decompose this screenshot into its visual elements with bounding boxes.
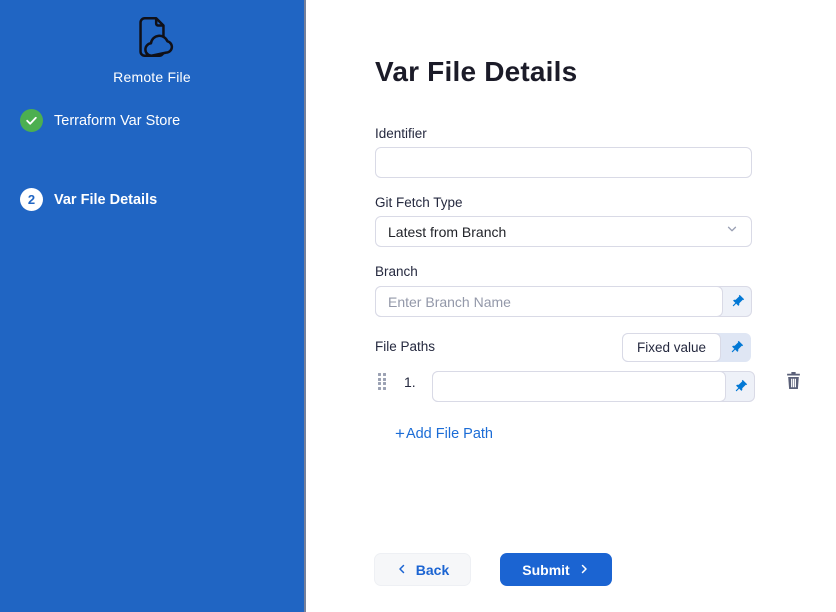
branch-label: Branch (375, 264, 418, 279)
delete-file-path-button[interactable] (783, 371, 803, 393)
git-fetch-type-value: Latest from Branch (388, 224, 725, 240)
file-cloud-icon (127, 12, 177, 67)
sidebar-step-var-file-details[interactable]: 2 Var File Details (20, 188, 157, 211)
submit-button[interactable]: Submit (500, 553, 612, 586)
back-button-label: Back (416, 562, 449, 578)
git-fetch-type-select[interactable]: Latest from Branch (375, 216, 752, 247)
pin-icon[interactable] (721, 333, 751, 362)
file-paths-input-type: Fixed value (622, 333, 751, 362)
file-path-field (432, 371, 755, 402)
pin-icon[interactable] (726, 372, 754, 401)
sidebar-step-terraform-var-store[interactable]: Terraform Var Store (20, 109, 180, 132)
branch-input[interactable] (388, 294, 710, 310)
pin-icon[interactable] (723, 287, 751, 316)
identifier-input[interactable] (375, 147, 752, 178)
file-path-row-index: 1. (404, 374, 416, 390)
step-label: Terraform Var Store (54, 113, 180, 129)
branch-input-wrap (375, 286, 723, 317)
add-file-path-label: Add File Path (406, 426, 493, 442)
add-file-path-link[interactable]: + Add File Path (395, 424, 493, 444)
fixed-value-button[interactable]: Fixed value (622, 333, 721, 362)
step-number-badge: 2 (20, 188, 43, 211)
git-fetch-type-label: Git Fetch Type (375, 195, 463, 210)
file-paths-label: File Paths (375, 339, 435, 354)
identifier-label: Identifier (375, 126, 427, 141)
trash-icon (785, 378, 802, 393)
chevron-left-icon (396, 562, 408, 578)
step-label: Var File Details (54, 192, 157, 208)
back-button[interactable]: Back (374, 553, 471, 586)
file-path-input[interactable] (445, 379, 713, 395)
file-path-input-wrap (432, 371, 726, 402)
chevron-down-icon (725, 222, 739, 241)
submit-button-label: Submit (522, 562, 569, 578)
drag-handle-icon[interactable] (378, 373, 388, 390)
plus-icon: + (395, 424, 405, 444)
chevron-right-icon (578, 562, 590, 578)
var-file-details-page: Remote File Terraform Var Store 2 Var Fi… (0, 0, 836, 612)
wizard-sidebar: Remote File Terraform Var Store 2 Var Fi… (0, 0, 306, 612)
wizard-title: Remote File (0, 69, 304, 85)
branch-field (375, 286, 752, 317)
check-circle-icon (20, 109, 43, 132)
page-title: Var File Details (375, 56, 577, 88)
wizard-header: Remote File (0, 12, 304, 85)
